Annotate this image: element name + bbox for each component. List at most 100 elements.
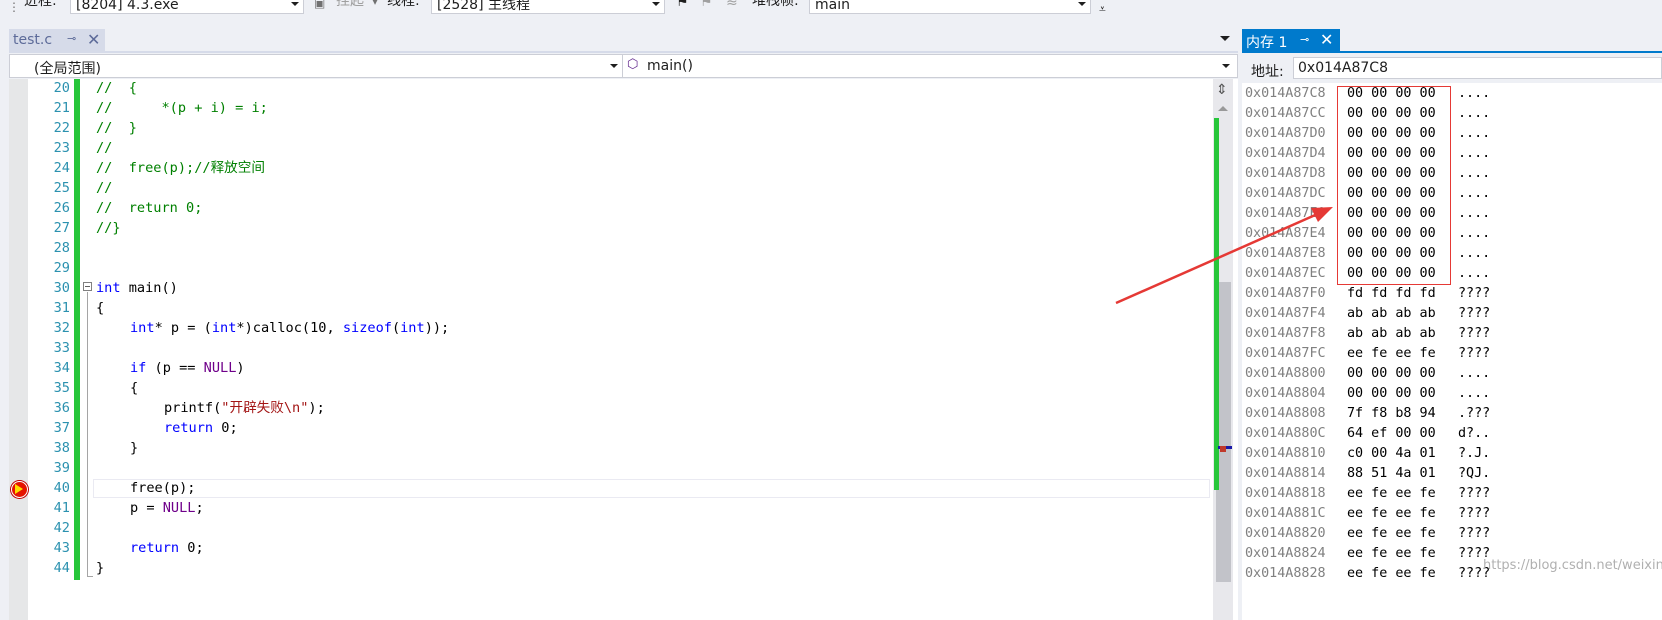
code-line[interactable]: return 0; <box>164 418 238 438</box>
memory-row[interactable]: 0x014A87CC 00 00 00 00.... <box>1245 104 1490 124</box>
code-line[interactable]: if (p == NULL) <box>130 358 245 378</box>
function-dropdown[interactable]: main() <box>647 58 693 74</box>
line-number: 39 <box>53 460 70 476</box>
memory-row[interactable]: 0x014A87DC 00 00 00 00.... <box>1245 184 1490 204</box>
memory-row[interactable]: 0x014A8810 c0 00 4a 01 ?.J. <box>1245 444 1490 464</box>
memory-hex-bytes[interactable]: ee fe ee fe <box>1347 484 1436 504</box>
keyword: return <box>130 540 180 556</box>
thread-value: [2528] 主线程 <box>437 0 531 13</box>
memory-hex-bytes[interactable]: 64 ef 00 00 <box>1347 424 1436 444</box>
code-line[interactable]: // free(p);//释放空间 <box>96 158 265 178</box>
memory-row[interactable]: 0x014A87D4 00 00 00 00.... <box>1245 144 1490 164</box>
memory-hex-bytes[interactable]: ab ab ab ab <box>1347 304 1436 324</box>
memory-address: 0x014A87DC <box>1245 186 1326 201</box>
tabs-dropdown-icon[interactable] <box>1220 36 1230 41</box>
memory-hex-bytes[interactable]: ee fe ee fe <box>1347 544 1436 564</box>
memory-row[interactable]: 0x014A87F0 fd fd fd fd???? <box>1245 284 1490 304</box>
process-select[interactable]: [8204] 4.3.exe <box>70 0 304 14</box>
line-number: 35 <box>53 380 70 396</box>
collapse-main-icon[interactable] <box>83 282 92 291</box>
code-line[interactable]: // { <box>96 78 137 98</box>
code-line[interactable]: p = NULL; <box>130 498 204 518</box>
close-icon[interactable]: ✕ <box>87 30 100 49</box>
memory-row[interactable]: 0x014A87D8 00 00 00 00.... <box>1245 164 1490 184</box>
memory-row[interactable]: 0x014A8820 ee fe ee fe???? <box>1245 524 1490 544</box>
tab-memory-1[interactable]: 内存 1 ⊸ ✕ <box>1242 29 1340 51</box>
suspend-button[interactable]: 挂起 <box>336 0 364 8</box>
code-line[interactable]: } <box>96 558 104 578</box>
memory-row[interactable]: 0x014A87EC 00 00 00 00.... <box>1245 264 1490 284</box>
suspend-icon[interactable]: ▣ <box>314 0 325 10</box>
tab-test-c[interactable]: test.c ⊸ ✕ <box>9 29 105 51</box>
memory-row[interactable]: 0x014A880C 64 ef 00 00 d?.. <box>1245 424 1490 444</box>
code-line[interactable]: // <box>96 138 112 158</box>
memory-row[interactable]: 0x014A87F4 ab ab ab ab???? <box>1245 304 1490 324</box>
code-line[interactable]: // <box>96 178 112 198</box>
memory-hex-bytes[interactable]: ee fe ee fe <box>1347 344 1436 364</box>
memory-row[interactable]: 0x014A8804 00 00 00 00.... <box>1245 384 1490 404</box>
memory-hex-bytes[interactable]: ab ab ab ab <box>1347 324 1436 344</box>
code-line[interactable]: { <box>130 378 138 398</box>
code-line[interactable]: //} <box>96 218 121 238</box>
scroll-up-icon[interactable] <box>1218 106 1228 111</box>
memory-row[interactable]: 0x014A87C8 00 00 00 00.... <box>1245 84 1490 104</box>
code-line[interactable]: // *(p + i) = i; <box>96 98 268 118</box>
memory-row[interactable]: 0x014A87E4 00 00 00 00.... <box>1245 224 1490 244</box>
code-line[interactable]: return 0; <box>130 538 204 558</box>
memory-hex-bytes[interactable]: ee fe ee fe <box>1347 564 1436 584</box>
line-number: 31 <box>53 300 70 316</box>
chevron-down-icon[interactable] <box>610 64 618 68</box>
memory-row[interactable]: 0x014A87E8 00 00 00 00.... <box>1245 244 1490 264</box>
memory-ascii: .... <box>1458 186 1491 201</box>
code-line[interactable]: printf("开辟失败\n"); <box>164 398 325 418</box>
memory-ascii: .... <box>1458 146 1491 161</box>
memory-ascii: .... <box>1458 386 1491 401</box>
thread-select[interactable]: [2528] 主线程 <box>431 0 665 14</box>
current-statement-arrow-icon <box>15 484 23 494</box>
code-line[interactable]: // } <box>96 118 137 138</box>
code-line[interactable]: { <box>96 298 104 318</box>
code-line[interactable]: } <box>130 438 138 458</box>
memory-hex-bytes[interactable]: 00 00 00 00 <box>1347 384 1436 404</box>
suspend-dropdown-icon[interactable]: ▾ <box>372 0 378 8</box>
stack-icon[interactable]: ≋ <box>726 0 738 10</box>
memory-hex-bytes[interactable]: 00 00 00 00 <box>1347 364 1436 384</box>
memory-row[interactable]: 0x014A87FC ee fe ee fe???? <box>1245 344 1490 364</box>
memory-hex-bytes[interactable]: ee fe ee fe <box>1347 524 1436 544</box>
memory-row[interactable]: 0x014A8808 7f f8 b8 94.??? <box>1245 404 1490 424</box>
close-icon[interactable]: ✕ <box>1320 30 1333 49</box>
memory-hex-bytes[interactable]: c0 00 4a 01 <box>1347 444 1436 464</box>
memory-row[interactable]: 0x014A8828 ee fe ee fe???? <box>1245 564 1490 584</box>
memory-row[interactable]: 0x014A8800 00 00 00 00.... <box>1245 364 1490 384</box>
memory-row[interactable]: 0x014A87D0 00 00 00 00.... <box>1245 124 1490 144</box>
scope-dropdown[interactable]: (全局范围) <box>34 58 101 78</box>
split-window-icon[interactable]: ⇕ <box>1216 82 1228 98</box>
memory-hex-bytes[interactable]: 7f f8 b8 94 <box>1347 404 1436 424</box>
editor-tab-strip: test.c ⊸ ✕ <box>0 29 1238 51</box>
memory-hex-bytes[interactable]: ee fe ee fe <box>1347 504 1436 524</box>
pin-icon[interactable]: ⊸ <box>67 32 76 45</box>
memory-row[interactable]: 0x014A87F8 ab ab ab ab???? <box>1245 324 1490 344</box>
memory-row[interactable]: 0x014A8814 88 51 4a 01 ?QJ. <box>1245 464 1490 484</box>
code-line[interactable]: free(p); <box>130 478 195 498</box>
memory-hex-bytes[interactable]: fd fd fd fd <box>1347 284 1436 304</box>
address-input[interactable]: 0x014A87C8 <box>1293 57 1662 79</box>
toolbar-options-icon[interactable]: ⩡ <box>1099 2 1106 17</box>
chevron-down-icon[interactable] <box>1222 64 1230 68</box>
memory-row[interactable]: 0x014A87E0 00 00 00 00.... <box>1245 204 1490 224</box>
code-token: *)calloc(10, <box>236 320 343 336</box>
memory-row[interactable]: 0x014A8824 ee fe ee fe???? <box>1245 544 1490 564</box>
breakpoint-margin[interactable] <box>9 79 28 620</box>
memory-hex-bytes[interactable]: 88 51 4a 01 <box>1347 464 1436 484</box>
code-line[interactable]: int* p = (int*)calloc(10, sizeof(int)); <box>130 318 449 338</box>
flag-thread-icon[interactable]: ⚑ <box>700 0 713 10</box>
memory-address: 0x014A8828 <box>1245 566 1326 581</box>
code-token: ; <box>195 500 204 516</box>
memory-row[interactable]: 0x014A881C ee fe ee fe???? <box>1245 504 1490 524</box>
code-line[interactable]: int main() <box>96 278 178 298</box>
code-line[interactable]: // return 0; <box>96 198 202 218</box>
stack-frame-select[interactable]: main <box>809 0 1091 14</box>
memory-row[interactable]: 0x014A8818 ee fe ee fe???? <box>1245 484 1490 504</box>
flag-icon[interactable]: ⚑ <box>676 0 689 10</box>
pin-icon[interactable]: ⊸ <box>1300 33 1309 46</box>
